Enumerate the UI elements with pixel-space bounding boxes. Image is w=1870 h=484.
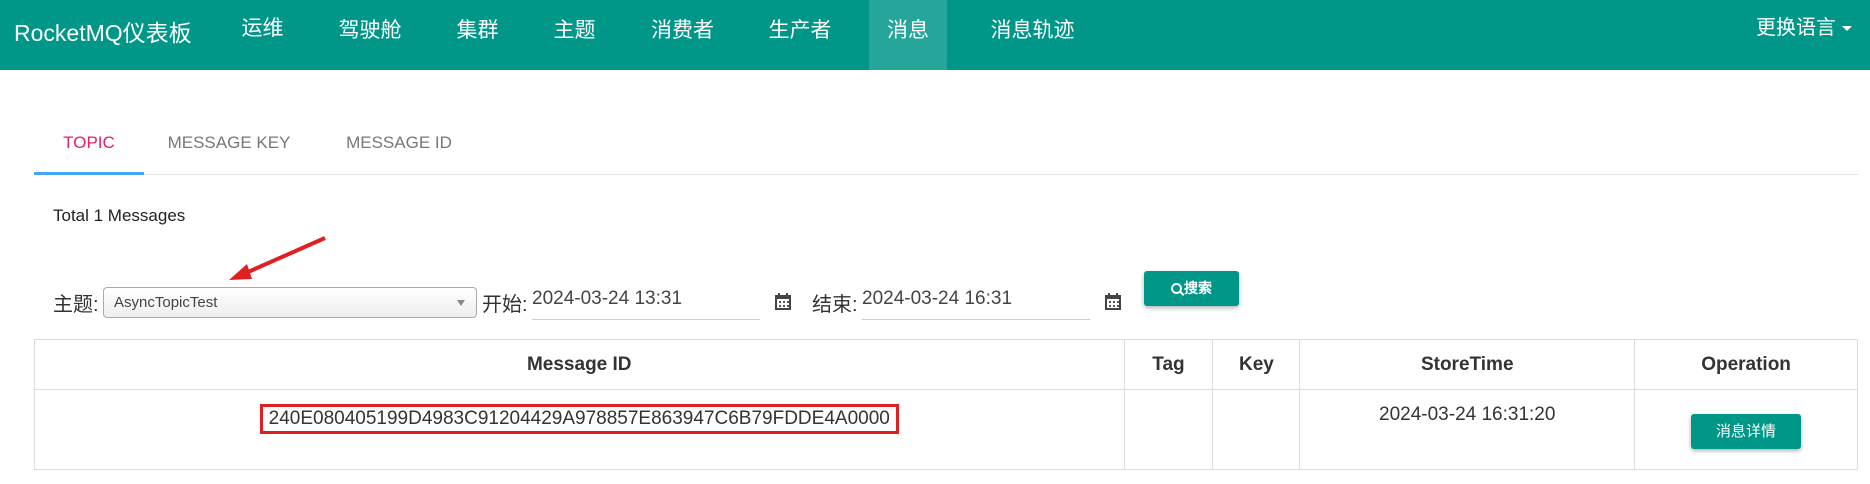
- column-header-tag: Tag: [1123, 339, 1214, 390]
- cell-operation: 消息详情: [1634, 389, 1858, 470]
- column-header-storetime: StoreTime: [1299, 339, 1636, 390]
- tab-topic[interactable]: TOPIC: [34, 120, 144, 175]
- begin-datetime-input[interactable]: 2024-03-24 13:31: [532, 283, 760, 320]
- select-arrow-icon: [457, 300, 465, 306]
- begin-label: 开始:: [482, 294, 528, 316]
- column-header-message-id: Message ID: [34, 339, 1125, 390]
- column-header-key: Key: [1212, 339, 1301, 390]
- caret-down-icon: [1842, 26, 1852, 32]
- tab-message-key[interactable]: MESSAGE KEY: [144, 120, 314, 175]
- nav-item-message[interactable]: 消息: [869, 0, 947, 70]
- cell-message-id: 240E080405199D4983C91204429A978857E86394…: [34, 389, 1125, 470]
- nav-item-dashboard[interactable]: 驾驶舱: [325, 0, 415, 70]
- nav-item-producer[interactable]: 生产者: [756, 0, 844, 70]
- table-row: 240E080405199D4983C91204429A978857E86394…: [34, 389, 1858, 470]
- language-dropdown[interactable]: 更换语言: [1756, 0, 1852, 60]
- top-navbar: RocketMQ仪表板 运维 驾驶舱 集群 主题 消费者 生产者 消息 消息轨迹…: [0, 0, 1870, 70]
- message-table: Message ID Tag Key StoreTime Operation 2…: [34, 339, 1858, 470]
- topic-select-value: AsyncTopicTest: [114, 294, 218, 311]
- search-button[interactable]: 搜索: [1144, 271, 1239, 306]
- search-tabs: TOPIC MESSAGE KEY MESSAGE ID: [34, 120, 1858, 175]
- search-icon: [1171, 283, 1182, 294]
- calendar-icon[interactable]: [1105, 293, 1121, 310]
- table-header-row: Message ID Tag Key StoreTime Operation: [34, 339, 1858, 390]
- nav-item-consumer[interactable]: 消费者: [640, 0, 725, 70]
- nav-item-ops[interactable]: 运维: [225, 0, 300, 70]
- annotation-arrow-icon: [229, 236, 326, 280]
- cell-key: [1212, 389, 1301, 470]
- language-label: 更换语言: [1756, 17, 1836, 39]
- nav-item-message-trace[interactable]: 消息轨迹: [975, 0, 1090, 70]
- cell-tag: [1123, 389, 1214, 470]
- calendar-icon[interactable]: [775, 293, 791, 310]
- message-detail-button[interactable]: 消息详情: [1691, 414, 1802, 449]
- search-button-label: 搜索: [1184, 280, 1212, 296]
- tab-message-id[interactable]: MESSAGE ID: [324, 120, 474, 175]
- brand-logo[interactable]: RocketMQ仪表板: [14, 14, 192, 48]
- topic-label: 主题:: [53, 294, 99, 316]
- message-id-value: 240E080405199D4983C91204429A978857E86394…: [259, 404, 899, 434]
- nav-item-cluster[interactable]: 集群: [440, 0, 515, 70]
- total-messages-text: Total 1 Messages: [53, 206, 186, 225]
- cell-storetime: 2024-03-24 16:31:20: [1299, 389, 1636, 470]
- topic-select[interactable]: AsyncTopicTest: [103, 287, 477, 318]
- end-label: 结束:: [812, 294, 858, 316]
- column-header-operation: Operation: [1634, 339, 1858, 390]
- end-datetime-input[interactable]: 2024-03-24 16:31: [862, 283, 1090, 320]
- nav-item-topic[interactable]: 主题: [537, 0, 612, 70]
